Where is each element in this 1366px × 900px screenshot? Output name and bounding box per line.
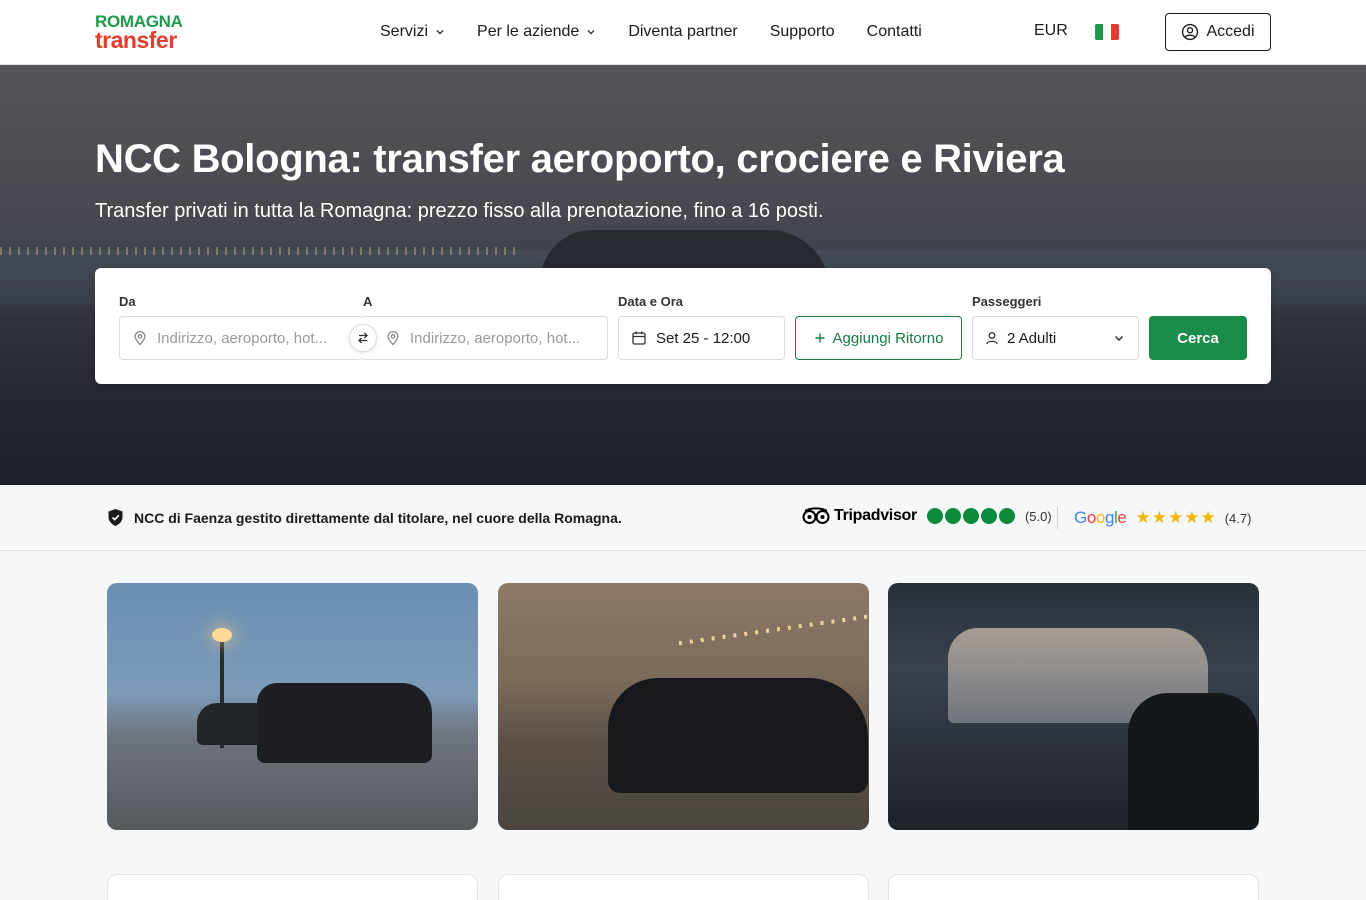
page-subtitle: Transfer privati in tutta la Romagna: pr… (95, 200, 824, 222)
shield-check-icon (108, 509, 123, 526)
rating-bubble (926, 508, 943, 524)
currency-selector[interactable]: EUR (1034, 22, 1068, 40)
star-half-icon: ★ (1200, 508, 1217, 527)
passengers-value: 2 Adulti (1007, 329, 1057, 347)
datetime-input[interactable]: Set 25 - 12:00 (618, 316, 785, 360)
nav-label: Per le aziende (477, 23, 580, 40)
tripadvisor-rating[interactable]: Tripadvisor (5.0) (802, 507, 1052, 525)
feature-card (107, 874, 478, 900)
nav-label: Contatti (866, 23, 922, 40)
trust-statement: NCC di Faenza gestito direttamente dal t… (134, 510, 622, 526)
black-van (257, 683, 432, 763)
passengers-select[interactable]: 2 Adulti (972, 316, 1139, 360)
google-stars: ★ ★ ★ ★ ★ (1135, 508, 1216, 528)
star-icon: ★ (1151, 508, 1168, 527)
tripadvisor-score: (5.0) (1024, 508, 1052, 524)
rating-divider (1057, 507, 1058, 529)
photo-chauffeur-opening-door (498, 583, 869, 830)
star-icon: ★ (1184, 508, 1201, 527)
main-nav: Servizi Per le aziende Diventa partner S… (380, 0, 954, 64)
to-placeholder: Indirizzo, aeroporto, hot... (410, 329, 581, 347)
to-label: A (363, 294, 373, 309)
nav-label: Supporto (769, 23, 835, 40)
string-lights (678, 614, 868, 646)
chevron-down-icon (587, 30, 595, 35)
add-return-label: Aggiungi Ritorno (832, 329, 944, 347)
map-pin-icon (134, 331, 146, 346)
nav-label: Servizi (380, 23, 429, 40)
plus-icon (815, 333, 825, 343)
page-title: NCC Bologna: transfer aeroporto, crocier… (95, 137, 1065, 181)
star-icon: ★ (1135, 508, 1152, 527)
black-sedan (608, 678, 868, 793)
from-input[interactable]: Indirizzo, aeroporto, hot... (119, 316, 364, 360)
rating-bubble (980, 508, 997, 524)
from-label: Da (119, 294, 136, 309)
search-button[interactable]: Cerca (1149, 316, 1247, 360)
calendar-icon (632, 331, 646, 345)
nav-item-diventa-partner[interactable]: Diventa partner (628, 23, 737, 41)
feature-card (498, 874, 869, 900)
google-score: (4.7) (1224, 510, 1252, 526)
trust-bar: NCC di Faenza gestito direttamente dal t… (0, 485, 1366, 551)
nav-item-supporto[interactable]: Supporto (770, 23, 835, 41)
photo-van-seafront (107, 583, 478, 830)
driver-silhouette (1128, 693, 1258, 830)
user-icon (986, 332, 998, 345)
map-pin-icon (387, 331, 399, 346)
feature-card (888, 874, 1259, 900)
logo-line-2: transfer (95, 27, 177, 53)
passengers-label: Passeggeri (972, 294, 1042, 309)
google-logo: Google (1074, 508, 1127, 527)
to-input[interactable]: Indirizzo, aeroporto, hot... (363, 316, 608, 360)
tripadvisor-name: Tripadvisor (834, 507, 917, 524)
rating-bubble (998, 508, 1015, 524)
tripadvisor-owl-icon (802, 507, 830, 524)
brand-logo[interactable]: ROMAGNA transfer (95, 13, 183, 52)
tripadvisor-bubbles (926, 508, 1017, 524)
from-placeholder: Indirizzo, aeroporto, hot... (157, 329, 328, 347)
chevron-down-icon (1114, 335, 1124, 342)
rating-bubble (944, 508, 961, 524)
nav-item-contatti[interactable]: Contatti (867, 23, 922, 41)
booking-search-form: Da Indirizzo, aeroporto, hot... A Indiri… (95, 268, 1271, 384)
rating-bubble (962, 508, 979, 524)
google-rating[interactable]: Google ★ ★ ★ ★ ★ (4.7) (1074, 508, 1251, 528)
nav-item-servizi[interactable]: Servizi (380, 23, 445, 41)
nav-item-per-le-aziende[interactable]: Per le aziende (477, 23, 596, 41)
swap-arrows-icon (358, 332, 368, 344)
login-button[interactable]: Accedi (1165, 13, 1271, 51)
add-return-button[interactable]: Aggiungi Ritorno (795, 316, 962, 360)
datetime-label: Data e Ora (618, 294, 684, 309)
user-circle-icon (1182, 23, 1199, 41)
login-label: Accedi (1206, 23, 1255, 40)
hero-background-city-lights (0, 247, 520, 255)
swap-locations-button[interactable] (349, 324, 377, 352)
nav-label: Diventa partner (628, 23, 738, 40)
site-header: ROMAGNA transfer Servizi Per le aziende … (0, 0, 1366, 65)
datetime-value: Set 25 - 12:00 (656, 329, 751, 347)
star-icon: ★ (1167, 508, 1185, 527)
chevron-down-icon (436, 30, 444, 35)
photo-passengers-in-car (888, 583, 1259, 830)
italy-flag-icon[interactable] (1095, 24, 1119, 40)
